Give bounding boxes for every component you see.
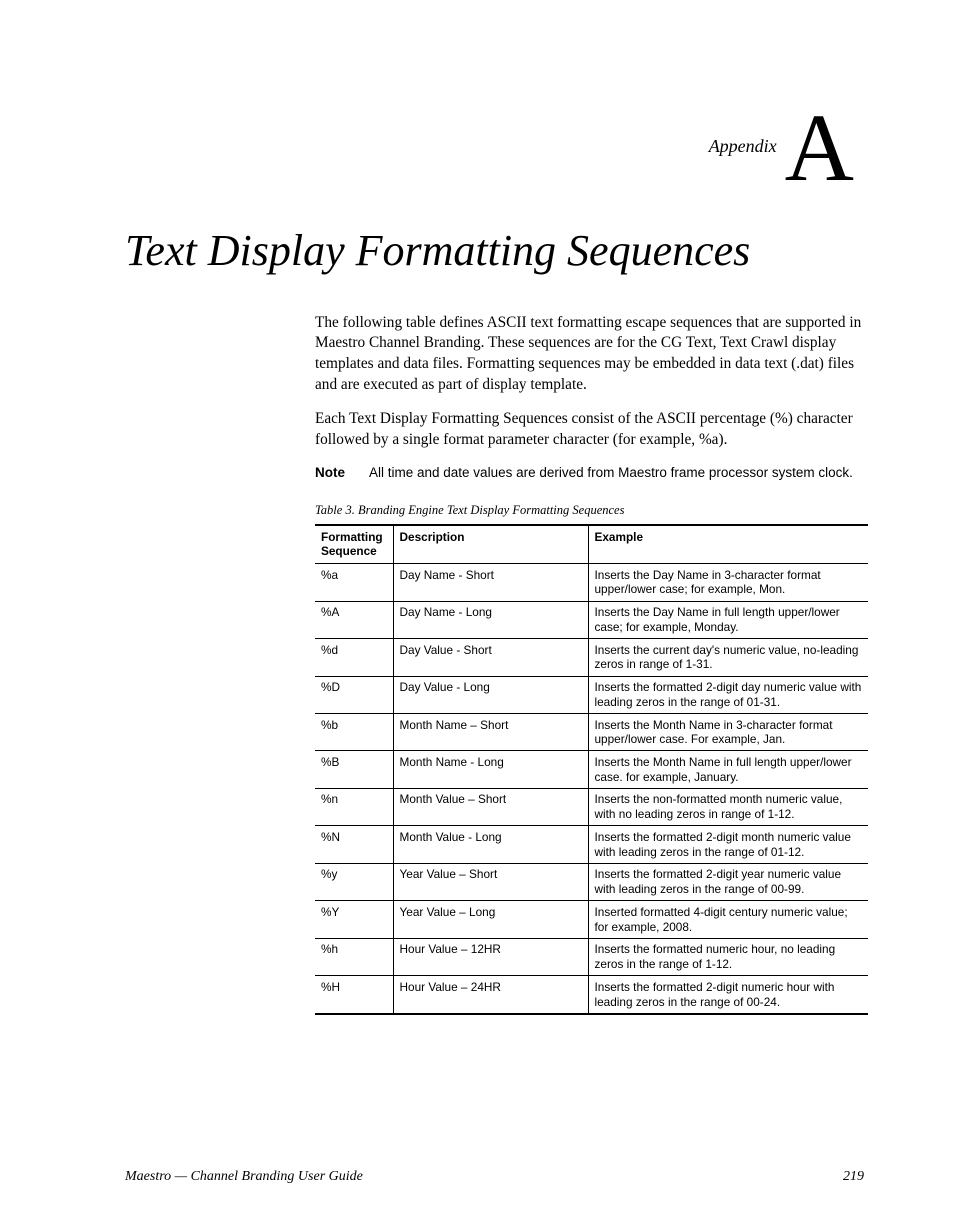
chapter-title: Text Display Formatting Sequences [125, 226, 864, 277]
cell-sequence: %N [315, 826, 393, 863]
note-block: Note All time and date values are derive… [315, 464, 864, 482]
cell-description: Hour Value – 12HR [393, 938, 588, 975]
cell-description: Day Name - Long [393, 601, 588, 638]
appendix-label: Appendix [709, 136, 777, 156]
table-header-description: Description [393, 525, 588, 564]
cell-description: Day Value - Long [393, 676, 588, 713]
cell-description: Month Name - Long [393, 751, 588, 788]
table-row: %H Hour Value – 24HR Inserts the formatt… [315, 976, 868, 1014]
page-footer: Maestro — Channel Branding User Guide 21… [125, 1169, 864, 1185]
cell-description: Day Name - Short [393, 564, 588, 601]
table-header-example: Example [588, 525, 868, 564]
cell-example: Inserts the Month Name in full length up… [588, 751, 868, 788]
cell-sequence: %D [315, 676, 393, 713]
cell-example: Inserts the Month Name in 3-character fo… [588, 714, 868, 751]
cell-example: Inserts the Day Name in full length uppe… [588, 601, 868, 638]
cell-example: Inserts the formatted 2-digit numeric ho… [588, 976, 868, 1014]
table-row: %D Day Value - Long Inserts the formatte… [315, 676, 868, 713]
table-row: %h Hour Value – 12HR Inserts the formatt… [315, 938, 868, 975]
intro-paragraph-1: The following table defines ASCII text f… [315, 313, 864, 396]
cell-sequence: %Y [315, 901, 393, 938]
appendix-letter: A [785, 100, 854, 196]
cell-sequence: %h [315, 938, 393, 975]
table-row: %B Month Name - Long Inserts the Month N… [315, 751, 868, 788]
cell-sequence: %d [315, 639, 393, 676]
note-label: Note [315, 464, 369, 482]
note-text: All time and date values are derived fro… [369, 464, 864, 482]
table-row: %y Year Value – Short Inserts the format… [315, 863, 868, 900]
cell-example: Inserts the formatted 2-digit day numeri… [588, 676, 868, 713]
table-row: %d Day Value - Short Inserts the current… [315, 639, 868, 676]
table-row: %n Month Value – Short Inserts the non-f… [315, 788, 868, 825]
cell-sequence: %b [315, 714, 393, 751]
table-row: %N Month Value - Long Inserts the format… [315, 826, 868, 863]
table-row: %Y Year Value – Long Inserted formatted … [315, 901, 868, 938]
cell-sequence: %H [315, 976, 393, 1014]
table-row: %A Day Name - Long Inserts the Day Name … [315, 601, 868, 638]
cell-sequence: %A [315, 601, 393, 638]
cell-example: Inserts the formatted numeric hour, no l… [588, 938, 868, 975]
footer-doc-title: Maestro — Channel Branding User Guide [125, 1169, 363, 1185]
cell-example: Inserts the non-formatted month numeric … [588, 788, 868, 825]
cell-sequence: %y [315, 863, 393, 900]
cell-example: Inserted formatted 4-digit century numer… [588, 901, 868, 938]
table-header-row: Formatting Sequence Description Example [315, 525, 868, 564]
body-text: The following table defines ASCII text f… [315, 313, 864, 451]
cell-sequence: %n [315, 788, 393, 825]
cell-description: Day Value - Short [393, 639, 588, 676]
cell-example: Inserts the formatted 2-digit month nume… [588, 826, 868, 863]
cell-example: Inserts the formatted 2-digit year numer… [588, 863, 868, 900]
cell-sequence: %a [315, 564, 393, 601]
cell-description: Year Value – Long [393, 901, 588, 938]
cell-description: Month Value – Short [393, 788, 588, 825]
table-header-sequence: Formatting Sequence [315, 525, 393, 564]
table-caption: Table 3. Branding Engine Text Display Fo… [315, 503, 864, 518]
table-row: %a Day Name - Short Inserts the Day Name… [315, 564, 868, 601]
table-row: %b Month Name – Short Inserts the Month … [315, 714, 868, 751]
cell-example: Inserts the Day Name in 3-character form… [588, 564, 868, 601]
cell-description: Year Value – Short [393, 863, 588, 900]
appendix-header: Appendix A [125, 100, 854, 196]
cell-description: Month Name – Short [393, 714, 588, 751]
cell-sequence: %B [315, 751, 393, 788]
cell-example: Inserts the current day's numeric value,… [588, 639, 868, 676]
intro-paragraph-2: Each Text Display Formatting Sequences c… [315, 409, 864, 450]
footer-page-number: 219 [843, 1169, 864, 1185]
cell-description: Hour Value – 24HR [393, 976, 588, 1014]
formatting-sequences-table: Formatting Sequence Description Example … [315, 524, 868, 1015]
cell-description: Month Value - Long [393, 826, 588, 863]
